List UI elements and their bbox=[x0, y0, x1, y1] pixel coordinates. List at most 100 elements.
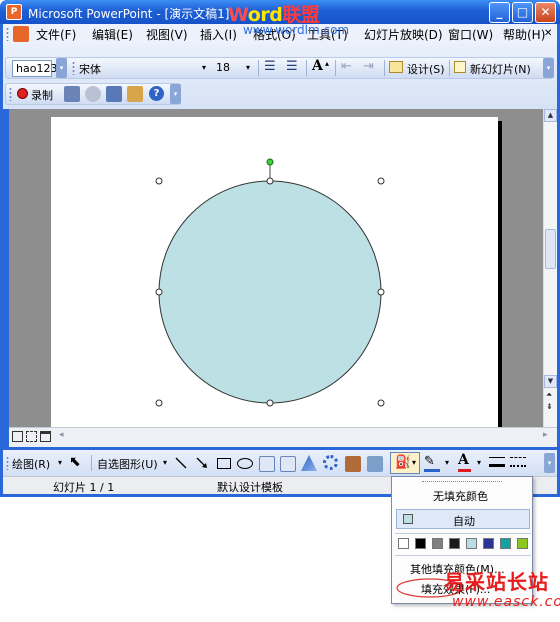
menu-help[interactable]: 帮助(H) bbox=[503, 26, 545, 43]
diagram-icon[interactable] bbox=[323, 455, 338, 470]
resize-handle-w[interactable] bbox=[155, 288, 163, 296]
toolbar-grip[interactable] bbox=[72, 61, 75, 75]
swatch-white[interactable] bbox=[398, 538, 409, 549]
draw-dropdown-arrow[interactable]: ▾ bbox=[58, 458, 62, 467]
wordart-icon[interactable] bbox=[301, 455, 317, 471]
broadcast-icon[interactable] bbox=[85, 86, 101, 102]
toolbar-options-button[interactable]: ▾ bbox=[543, 58, 554, 78]
menu-window[interactable]: 窗口(W) bbox=[448, 26, 493, 43]
menu-drag-handle[interactable] bbox=[422, 481, 502, 483]
autoshapes-button[interactable]: 自选图形(U) bbox=[97, 456, 158, 472]
presentation-icon[interactable] bbox=[106, 86, 122, 102]
resize-handle-sw[interactable] bbox=[155, 399, 163, 407]
swatch-teal[interactable] bbox=[500, 538, 511, 549]
vertical-scrollbar[interactable]: ▲ ▼ ⏶ ⇟ bbox=[543, 109, 557, 427]
close-document-button[interactable]: ✕ bbox=[544, 28, 552, 39]
resize-handle-s[interactable] bbox=[266, 399, 274, 407]
new-slide-button[interactable]: 新幻灯片(N) bbox=[470, 61, 531, 77]
rotation-handle[interactable] bbox=[266, 158, 274, 166]
clip-art-icon[interactable] bbox=[345, 456, 361, 472]
increase-indent-icon[interactable]: ⇥ bbox=[363, 59, 374, 74]
draw-menu-button[interactable]: 绘图(R) bbox=[12, 456, 50, 472]
resize-handle-se[interactable] bbox=[377, 399, 385, 407]
select-objects-icon[interactable]: ⬉ bbox=[69, 454, 81, 470]
style-dropdown[interactable]: ▾ bbox=[56, 58, 67, 78]
scroll-thumb[interactable] bbox=[545, 229, 556, 269]
font-color-icon[interactable]: A bbox=[458, 452, 469, 468]
publish-icon[interactable] bbox=[127, 86, 143, 102]
font-name-box[interactable]: 宋体 bbox=[79, 61, 101, 77]
design-icon[interactable] bbox=[389, 61, 403, 73]
swatch-lime[interactable] bbox=[517, 538, 528, 549]
automatic-option[interactable]: 自动 bbox=[396, 509, 530, 529]
menu-slideshow[interactable]: 幻灯片放映(D) bbox=[364, 26, 443, 43]
line-color-icon[interactable]: ✎ bbox=[424, 454, 435, 469]
font-size-box[interactable]: 18 bbox=[216, 61, 230, 74]
powerpoint-icon[interactable]: P bbox=[6, 4, 22, 20]
no-fill-option[interactable]: 无填充颜色 bbox=[433, 488, 488, 504]
slide-show-view-icon[interactable] bbox=[40, 431, 51, 442]
resize-handle-e[interactable] bbox=[377, 288, 385, 296]
swatch-indigo[interactable] bbox=[483, 538, 494, 549]
line-icon[interactable] bbox=[173, 455, 189, 471]
scroll-left-icon[interactable]: ◂ bbox=[59, 430, 64, 440]
menu-view[interactable]: 视图(V) bbox=[146, 26, 188, 43]
help-icon[interactable]: ? bbox=[149, 86, 164, 101]
new-slide-icon[interactable] bbox=[454, 61, 466, 73]
toolbar-grip[interactable] bbox=[9, 87, 12, 101]
scroll-up-button[interactable]: ▲ bbox=[544, 109, 557, 122]
design-button[interactable]: 设计(S) bbox=[407, 61, 445, 77]
maximize-button[interactable]: □ bbox=[512, 2, 533, 23]
powerpoint-icon[interactable] bbox=[13, 26, 29, 42]
toolbar-options-button[interactable]: ▾ bbox=[544, 453, 555, 473]
text-box-icon[interactable] bbox=[259, 456, 275, 472]
resize-handle-ne[interactable] bbox=[377, 177, 385, 185]
menu-edit[interactable]: 编辑(E) bbox=[92, 26, 133, 43]
resize-handle-n[interactable] bbox=[266, 177, 274, 185]
previous-slide-button[interactable]: ⏶ bbox=[546, 390, 552, 400]
separator bbox=[384, 60, 385, 76]
minimize-button[interactable]: _ bbox=[489, 2, 510, 23]
font-name-dropdown[interactable]: ▾ bbox=[202, 63, 206, 72]
close-button[interactable]: ✕ bbox=[535, 2, 556, 23]
picture-icon[interactable] bbox=[367, 456, 383, 472]
scroll-right-icon[interactable]: ▸ bbox=[543, 430, 548, 440]
font-size-dropdown[interactable]: ▾ bbox=[246, 63, 250, 72]
bullets-icon[interactable]: ☰ bbox=[286, 59, 298, 74]
next-slide-icon[interactable]: ⇟ bbox=[546, 402, 553, 411]
autoshapes-dropdown-arrow[interactable]: ▾ bbox=[163, 458, 167, 467]
rectangle-icon[interactable] bbox=[217, 458, 231, 469]
line-color-dropdown-arrow[interactable]: ▾ bbox=[445, 458, 449, 467]
normal-view-icon[interactable] bbox=[12, 431, 23, 442]
arrow-icon[interactable] bbox=[194, 455, 210, 471]
resize-handle-nw[interactable] bbox=[155, 177, 163, 185]
record-button[interactable]: 录制 bbox=[31, 87, 53, 103]
oval-icon[interactable] bbox=[237, 458, 253, 469]
swatch-light-blue[interactable] bbox=[466, 538, 477, 549]
circle-shape[interactable] bbox=[158, 180, 382, 404]
toolbar-grip[interactable] bbox=[6, 456, 9, 470]
record-icon[interactable] bbox=[17, 88, 28, 99]
scroll-down-button[interactable]: ▼ bbox=[544, 375, 557, 388]
secondary-toolbar: 录制 ? ▾ bbox=[5, 83, 181, 105]
swatch-black[interactable] bbox=[415, 538, 426, 549]
line-style-icon[interactable] bbox=[489, 457, 505, 467]
dash-style-icon[interactable] bbox=[510, 457, 526, 467]
increase-font-icon[interactable]: A bbox=[312, 58, 323, 74]
numbering-icon[interactable]: ☰ bbox=[264, 59, 276, 74]
swatch-dark[interactable] bbox=[449, 538, 460, 549]
vertical-text-box-icon[interactable] bbox=[280, 456, 296, 472]
fill-color-button[interactable]: ⛽ ▾ bbox=[390, 452, 420, 474]
swatch-gray[interactable] bbox=[432, 538, 443, 549]
slide-sorter-view-icon[interactable] bbox=[26, 431, 37, 442]
fill-color-dropdown-arrow[interactable]: ▾ bbox=[412, 458, 416, 467]
slide-canvas[interactable] bbox=[51, 117, 498, 430]
menu-insert[interactable]: 插入(I) bbox=[200, 26, 237, 43]
style-box[interactable]: hao123 bbox=[12, 60, 57, 77]
toolbar-options-button[interactable]: ▾ bbox=[170, 84, 181, 104]
decrease-indent-icon[interactable]: ⇤ bbox=[341, 59, 352, 74]
menubar-grip[interactable] bbox=[6, 27, 9, 41]
menu-file[interactable]: 文件(F) bbox=[36, 26, 76, 43]
tools-icon[interactable] bbox=[64, 86, 80, 102]
font-color-dropdown-arrow[interactable]: ▾ bbox=[477, 458, 481, 467]
